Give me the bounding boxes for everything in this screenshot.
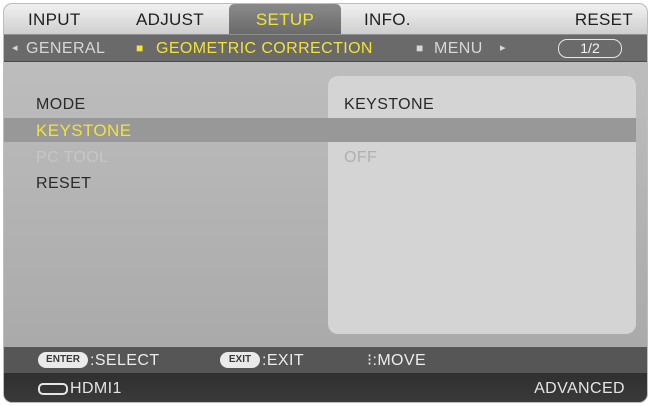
sub-tab-bar: ◂ GENERAL ■ GEOMETRIC CORRECTION ■ MENU … — [4, 35, 647, 62]
hint-select: :SELECT — [90, 352, 160, 369]
menu-row-pc-tool: PC TOOL OFF — [4, 145, 636, 169]
menu-row-label: KEYSTONE — [36, 121, 132, 140]
subtab-general[interactable]: GENERAL — [26, 35, 105, 61]
menu-mode-label: ADVANCED — [534, 380, 625, 397]
enter-key-icon: ENTER — [38, 352, 88, 368]
menu-row-label: RESET — [36, 175, 92, 192]
active-bullet-icon: ■ — [136, 41, 144, 55]
menu-row-value: OFF — [344, 149, 378, 166]
tab-setup[interactable]: SETUP — [229, 4, 341, 34]
status-bar: HDMI1 ADVANCED — [4, 373, 647, 402]
menu-row-label: PC TOOL — [36, 149, 109, 166]
subtab-menu[interactable]: MENU — [434, 35, 483, 61]
hint-exit: :EXIT — [262, 352, 305, 369]
tab-adjust[interactable]: ADJUST — [136, 4, 204, 34]
menu-row-label: MODE — [36, 96, 86, 113]
page-indicator: 1/2 — [558, 39, 622, 58]
menu-row-value: KEYSTONE — [344, 96, 435, 113]
right-arrow-icon[interactable]: ▸ — [500, 35, 506, 61]
left-arrow-icon[interactable]: ◂ — [12, 35, 18, 61]
hint-move: ⁝:MOVE — [367, 352, 427, 369]
subtab-geometric-correction[interactable]: GEOMETRIC CORRECTION — [156, 35, 373, 61]
tab-reset[interactable]: RESET — [575, 4, 633, 34]
tab-input[interactable]: INPUT — [28, 4, 81, 34]
menu-row-keystone[interactable]: KEYSTONE — [4, 118, 636, 142]
hdmi-connector-icon — [38, 383, 68, 395]
bullet-icon: ■ — [416, 41, 424, 55]
hint-bar: ENTER :SELECT EXIT :EXIT ⁝:MOVE — [4, 347, 647, 373]
menu-row-reset[interactable]: RESET — [4, 171, 636, 195]
input-source-label: HDMI1 — [70, 380, 122, 397]
exit-key-icon: EXIT — [220, 352, 260, 368]
main-tab-bar: INPUT ADJUST SETUP INFO. RESET — [4, 4, 647, 35]
osd-menu-window: INPUT ADJUST SETUP INFO. RESET ◂ GENERAL… — [4, 4, 647, 402]
settings-panel: MODE KEYSTONE KEYSTONE PC TOOL OFF RESET — [4, 62, 647, 347]
menu-row-mode[interactable]: MODE KEYSTONE — [4, 92, 636, 116]
tab-info[interactable]: INFO. — [364, 4, 411, 34]
